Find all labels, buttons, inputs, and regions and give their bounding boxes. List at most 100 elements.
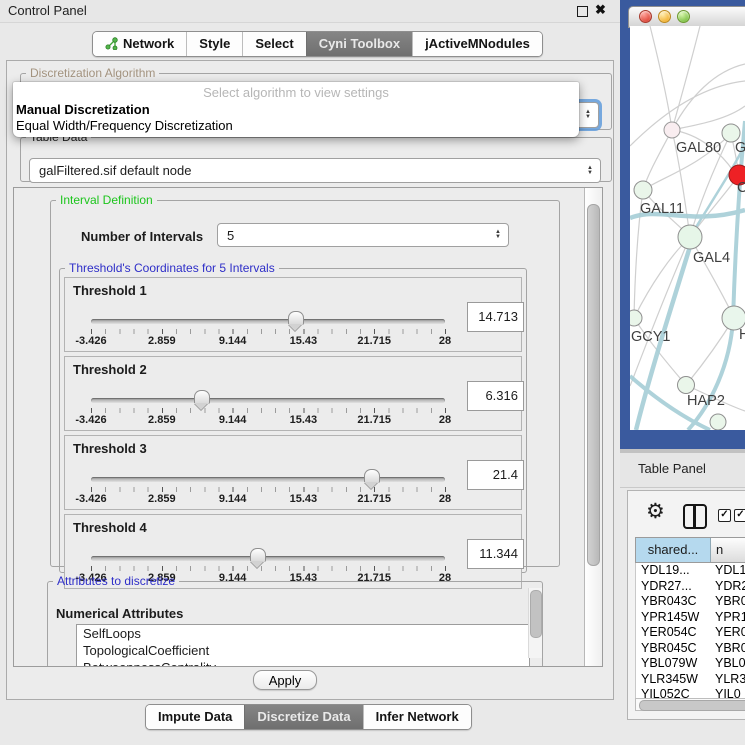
- table-row[interactable]: YBR043CYBR0: [636, 594, 745, 610]
- slider-ticks: [91, 329, 446, 334]
- table-cell[interactable]: YPR1: [712, 610, 745, 626]
- spinner-arrows-icon[interactable]: ▲▼: [585, 110, 591, 120]
- table-cell[interactable]: YLR3: [712, 672, 745, 688]
- table-cell[interactable]: YBR045C: [636, 641, 712, 657]
- network-node[interactable]: [664, 122, 680, 138]
- table-cell[interactable]: YDR27...: [636, 579, 712, 595]
- table-cell[interactable]: YDL1: [712, 563, 745, 579]
- thresholds-group: Threshold's Coordinates for 5 Intervals …: [59, 261, 527, 573]
- checkbox-icon[interactable]: ✓: [718, 509, 731, 522]
- threshold-value-field[interactable]: 11.344: [467, 539, 524, 569]
- table-cell[interactable]: YBR0: [712, 594, 745, 610]
- tab-impute-data[interactable]: Impute Data: [146, 705, 244, 729]
- table-cell[interactable]: YBR0: [712, 641, 745, 657]
- table-cell[interactable]: YER0: [712, 625, 745, 641]
- table-row[interactable]: YBL079WYBL0: [636, 656, 745, 672]
- tab-jactivemnodules[interactable]: jActiveMNodules: [412, 32, 542, 56]
- slider-ticks: [91, 487, 446, 492]
- table-row[interactable]: YBR045CYBR0: [636, 641, 745, 657]
- network-node[interactable]: [710, 414, 726, 430]
- apply-button[interactable]: Apply: [253, 670, 317, 690]
- table-cell[interactable]: YBR043C: [636, 594, 712, 610]
- network-canvas[interactable]: GAL80 GAL11 GAL4 GCY1 HAP2 H G C: [630, 26, 745, 430]
- split-columns-icon[interactable]: [683, 504, 707, 529]
- tab-infer-network[interactable]: Infer Network: [363, 705, 471, 729]
- tab-label: Discretize Data: [257, 709, 350, 724]
- tick-label: 2.859: [148, 414, 176, 426]
- spinner-arrows-icon[interactable]: ▲▼: [587, 166, 593, 176]
- slider-track[interactable]: [91, 398, 445, 403]
- tab-discretize-data[interactable]: Discretize Data: [244, 705, 362, 729]
- slider-thumb[interactable]: [364, 469, 380, 483]
- tab-network[interactable]: Network: [93, 32, 186, 56]
- checkbox-icon[interactable]: ✓: [734, 509, 745, 522]
- threshold-value-field[interactable]: 21.4: [467, 460, 524, 490]
- scrollbar-thumb[interactable]: [587, 204, 600, 566]
- spinner-arrows-icon[interactable]: ▲▼: [495, 230, 501, 240]
- threshold-value-field[interactable]: 14.713: [467, 302, 524, 332]
- table-row[interactable]: YLR345WYLR3: [636, 672, 745, 688]
- threshold-label: Threshold 2: [73, 362, 147, 377]
- slider-thumb[interactable]: [194, 390, 210, 404]
- slider-thumb[interactable]: [288, 311, 304, 325]
- column-header[interactable]: n: [711, 538, 745, 562]
- table-cell[interactable]: YBL0: [712, 656, 745, 672]
- list-item[interactable]: BetweennessCentrality: [77, 659, 529, 667]
- scrollbar-thumb[interactable]: [639, 700, 745, 711]
- table-data-group: Table Data galFiltered.sif default node …: [20, 130, 612, 182]
- num-intervals-combobox[interactable]: 5 ▲▼: [217, 223, 509, 247]
- zoom-traffic-light-icon[interactable]: [677, 10, 690, 23]
- threshold-label: Threshold 3: [73, 441, 147, 456]
- slider-track[interactable]: [91, 319, 445, 324]
- tick-label: 28: [439, 493, 451, 505]
- horizontal-scrollbar[interactable]: [635, 698, 745, 711]
- interval-definition-group: Interval Definition Number of Intervals …: [50, 193, 560, 567]
- column-header-selected[interactable]: shared...: [635, 538, 711, 562]
- attributes-group: Attributes to discretize Numerical Attri…: [47, 574, 543, 667]
- vertical-scrollbar[interactable]: [584, 188, 602, 666]
- threshold-label: Threshold 4: [73, 520, 147, 535]
- close-traffic-light-icon[interactable]: [639, 10, 652, 23]
- tab-label: Style: [199, 36, 230, 51]
- threshold-value-field[interactable]: 6.316: [467, 381, 524, 411]
- network-node[interactable]: [630, 310, 642, 326]
- slider-thumb[interactable]: [250, 548, 266, 562]
- network-node[interactable]: [678, 377, 695, 394]
- table-cell[interactable]: YLR345W: [636, 672, 712, 688]
- table-cell[interactable]: YBL079W: [636, 656, 712, 672]
- table-cell[interactable]: YER054C: [636, 625, 712, 641]
- float-window-icon[interactable]: [577, 6, 588, 17]
- list-item[interactable]: SelfLoops: [77, 625, 529, 642]
- node-table-panel: ⚙ ✓ ✓ shared... n YDL19...YDL1YDR27...YD…: [627, 490, 745, 720]
- table-row[interactable]: YDR27...YDR2: [636, 579, 745, 595]
- node-label: C: [737, 180, 745, 196]
- group-title: Discretization Algorithm: [26, 66, 159, 80]
- slider-track[interactable]: [91, 477, 445, 482]
- tab-label: jActiveMNodules: [425, 36, 530, 51]
- tick-label: 9.144: [219, 414, 247, 426]
- network-node[interactable]: [678, 225, 702, 249]
- minimize-traffic-light-icon[interactable]: [658, 10, 671, 23]
- table-row[interactable]: YER054CYER0: [636, 625, 745, 641]
- table-row[interactable]: YDL19...YDL1: [636, 563, 745, 579]
- threshold-slider: -3.4262.8599.14415.4321.71528: [91, 316, 445, 350]
- tab-select[interactable]: Select: [242, 32, 305, 56]
- table-cell[interactable]: YDR2: [712, 579, 745, 595]
- slider-track[interactable]: [91, 556, 445, 561]
- table-data-combobox[interactable]: galFiltered.sif default node ▲▼: [29, 158, 601, 183]
- table-cell[interactable]: YPR145W: [636, 610, 712, 626]
- scrollbar-thumb[interactable]: [530, 590, 542, 638]
- table-cell[interactable]: YDL19...: [636, 563, 712, 579]
- list-item[interactable]: TopologicalCoefficient: [77, 642, 529, 659]
- table-row[interactable]: YPR145WYPR1: [636, 610, 745, 626]
- dropdown-option[interactable]: Manual Discretization: [13, 102, 579, 118]
- tab-cyni-toolbox[interactable]: Cyni Toolbox: [306, 32, 412, 56]
- network-node[interactable]: [634, 181, 652, 199]
- tab-style[interactable]: Style: [186, 32, 242, 56]
- dropdown-option[interactable]: Equal Width/Frequency Discretization: [13, 118, 579, 134]
- node-table: shared... n YDL19...YDL1YDR27...YDR2YBR0…: [635, 537, 745, 699]
- node-label: G: [735, 140, 745, 156]
- gear-icon[interactable]: ⚙: [646, 499, 665, 524]
- list-scrollbar[interactable]: [528, 588, 542, 658]
- close-icon[interactable]: ✖: [595, 2, 606, 18]
